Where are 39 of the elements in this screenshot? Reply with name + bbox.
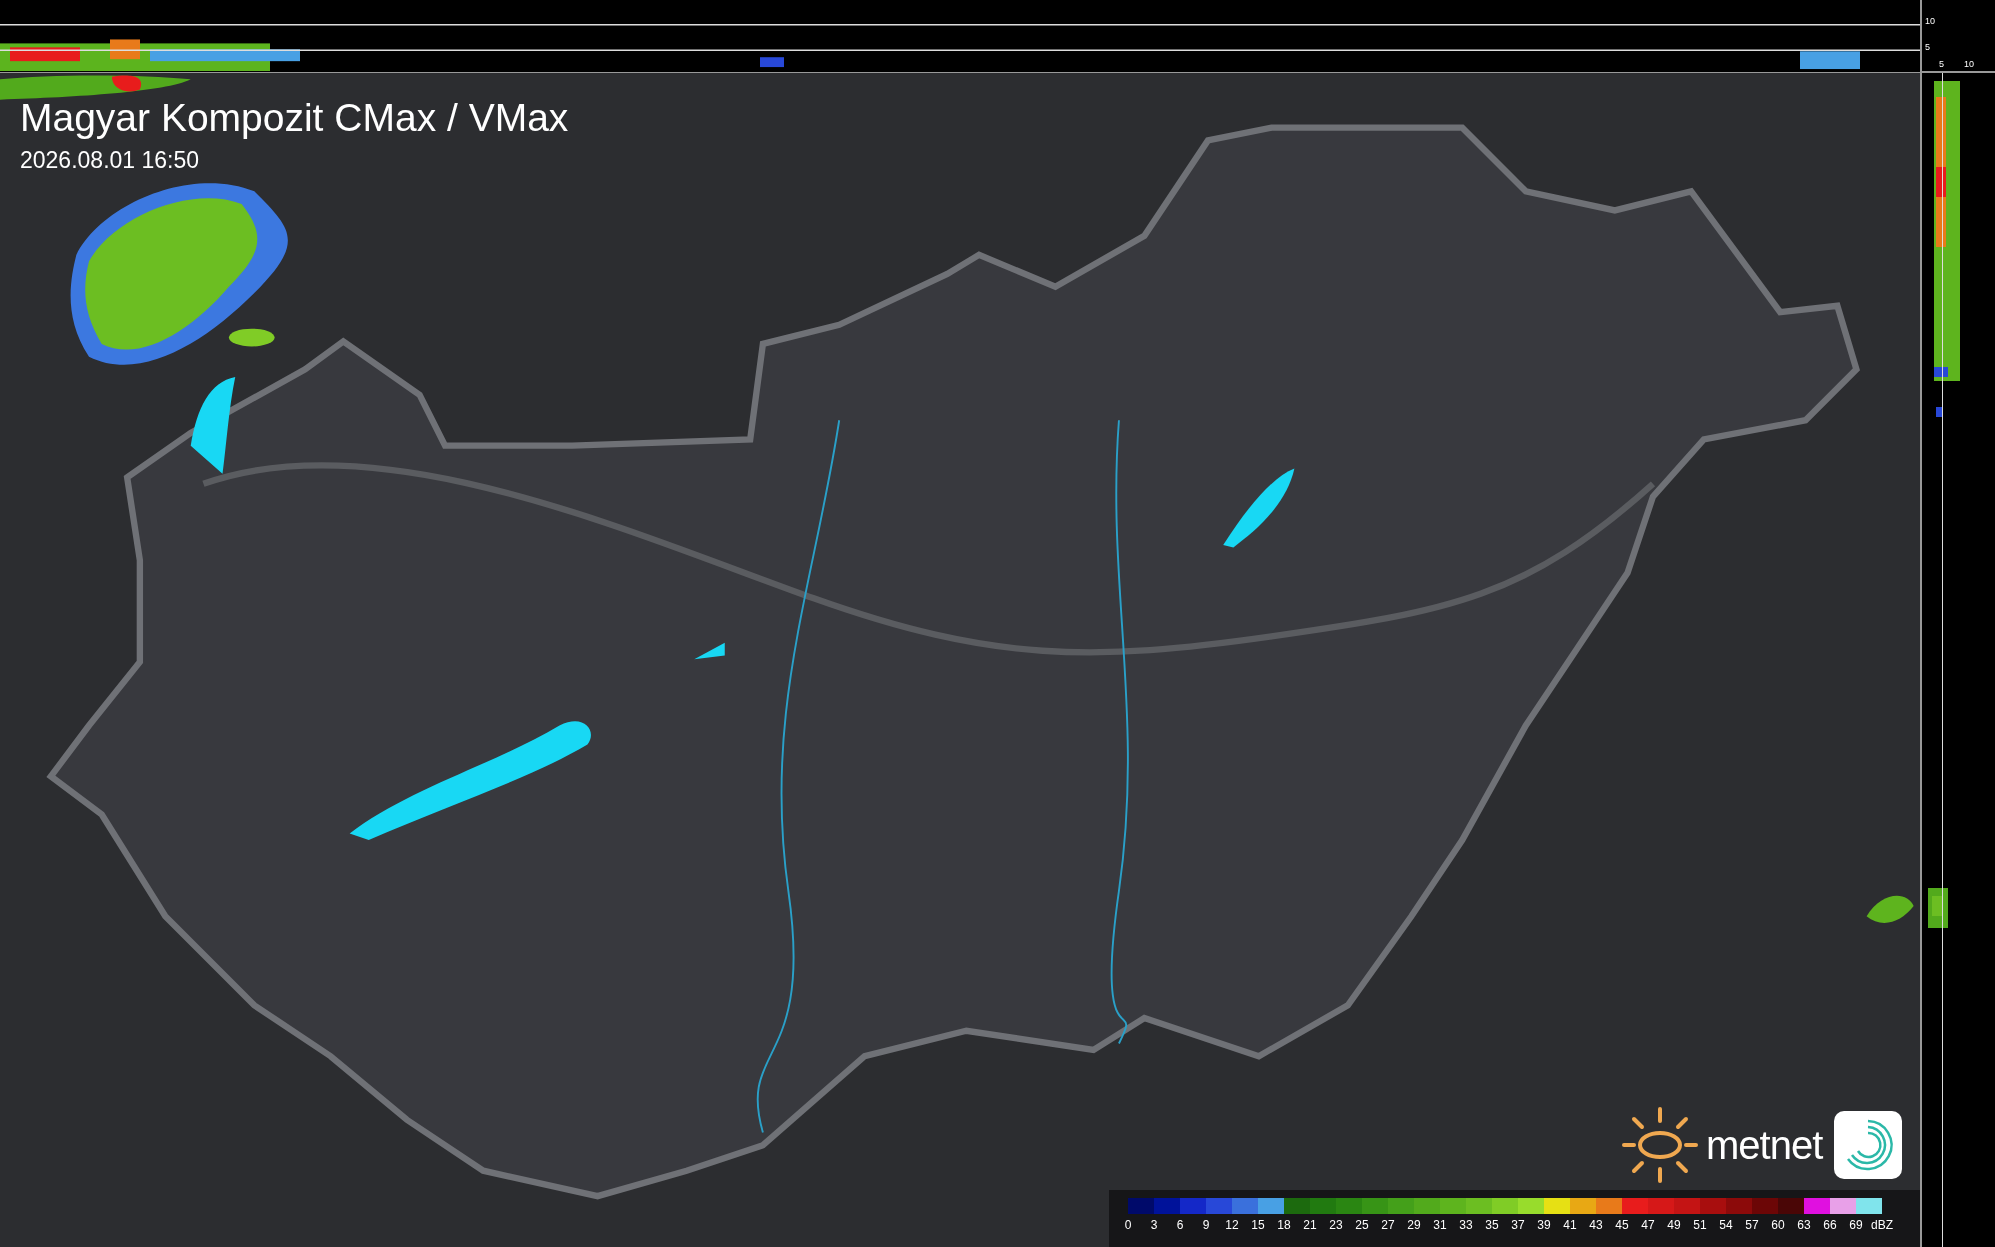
legend-label: 47 [1640, 1218, 1656, 1232]
unit-label: dBZ [1871, 1218, 1893, 1232]
legend-label: 45 [1614, 1218, 1630, 1232]
legend-label: 15 [1250, 1218, 1266, 1232]
axis-label: 10 [1925, 16, 1935, 26]
legend-label: 49 [1666, 1218, 1682, 1232]
legend-label: 43 [1588, 1218, 1604, 1232]
axis-label: 10 [1964, 59, 1974, 69]
legend-label: 29 [1406, 1218, 1422, 1232]
legend-label: 6 [1175, 1218, 1185, 1232]
legend-label: 69 [1848, 1218, 1864, 1232]
legend-label: 57 [1744, 1218, 1760, 1232]
legend-label: 63 [1796, 1218, 1812, 1232]
legend-label: 37 [1510, 1218, 1526, 1232]
legend-label: 60 [1770, 1218, 1786, 1232]
legend-label: 9 [1201, 1218, 1211, 1232]
legend-label: 41 [1562, 1218, 1578, 1232]
legend-label: 25 [1354, 1218, 1370, 1232]
legend-label: 33 [1458, 1218, 1474, 1232]
legend-label: 39 [1536, 1218, 1552, 1232]
legend-label: 66 [1822, 1218, 1838, 1232]
legend-label: 51 [1692, 1218, 1708, 1232]
legend-label: 35 [1484, 1218, 1500, 1232]
legend-label: 27 [1380, 1218, 1396, 1232]
legend-label: 23 [1328, 1218, 1344, 1232]
legend-label: 12 [1224, 1218, 1240, 1232]
swirl-icon [1834, 1111, 1903, 1179]
timestamp: 2026.08.01 16:50 [20, 146, 201, 175]
axis-label: 5 [1939, 59, 1944, 69]
legend-label: 21 [1302, 1218, 1318, 1232]
legend-label: 18 [1276, 1218, 1292, 1232]
legend-label: 3 [1149, 1218, 1159, 1232]
sun-icon [1620, 1105, 1700, 1185]
legend-label: 54 [1718, 1218, 1734, 1232]
legend-label: 31 [1432, 1218, 1448, 1232]
brand-name: metnet [1706, 1122, 1823, 1169]
legend-label: 0 [1123, 1218, 1133, 1232]
axis-label: 5 [1925, 42, 1930, 52]
map-title: Magyar Kompozit CMax / VMax [20, 95, 569, 141]
